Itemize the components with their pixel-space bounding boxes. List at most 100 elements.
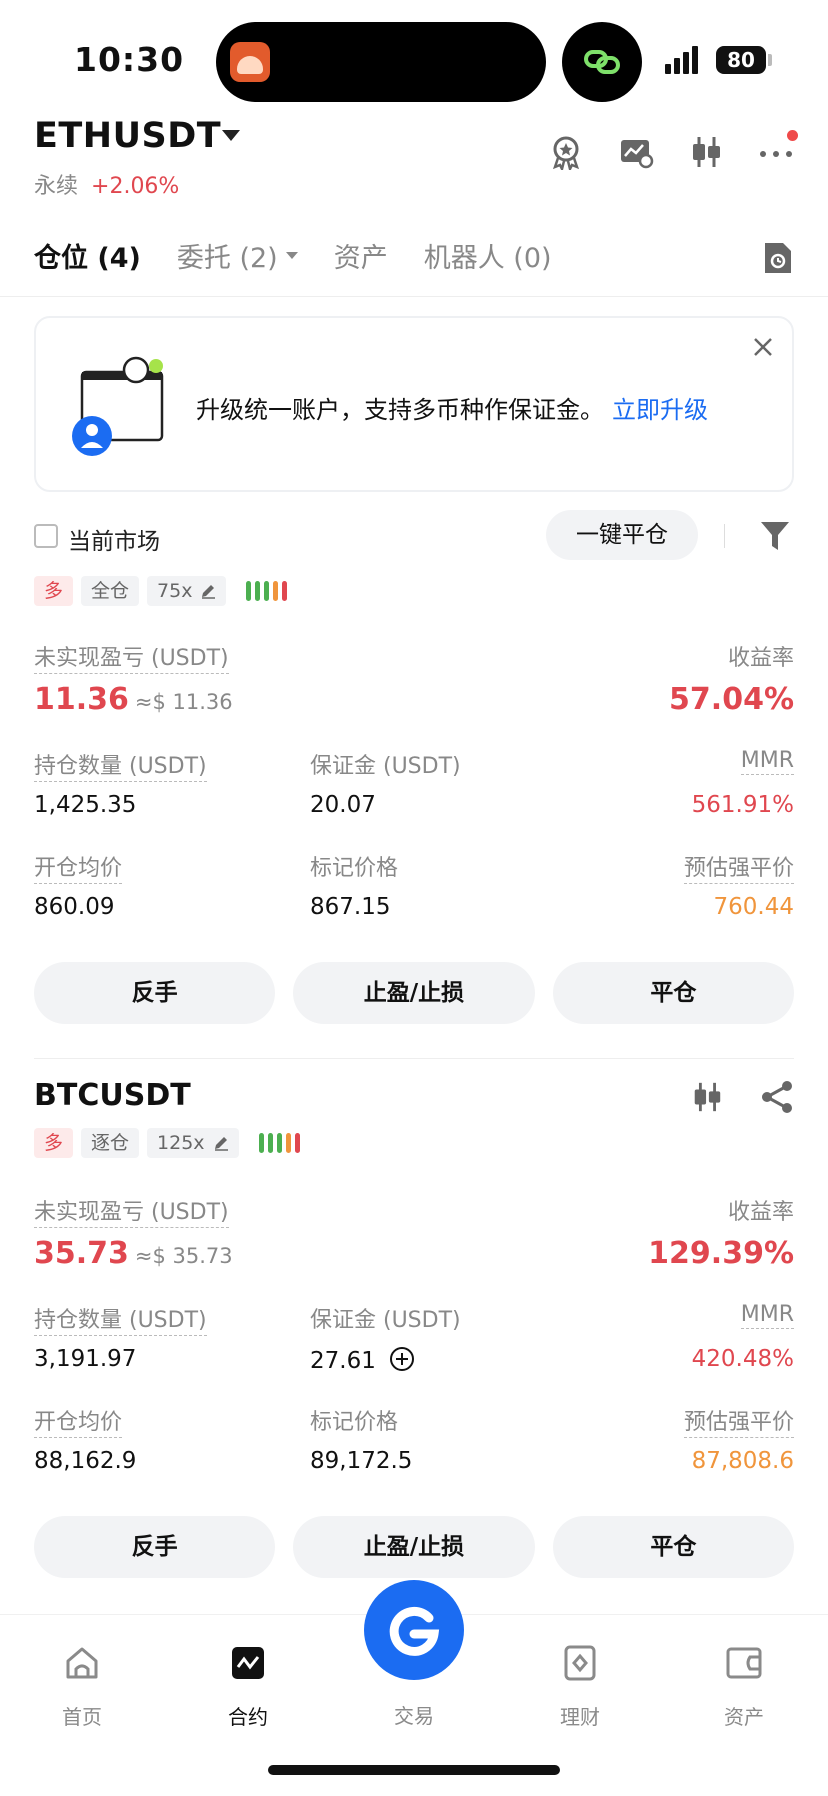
- header-actions: [548, 130, 798, 173]
- candlestick-icon[interactable]: [690, 1080, 724, 1118]
- close-position-button[interactable]: 平仓: [552, 1516, 794, 1578]
- roe-value: 57.04%: [669, 682, 794, 717]
- unrealized-pnl-label: 未实现盈亏 (USDT): [34, 640, 229, 674]
- chart-settings-icon[interactable]: [618, 134, 654, 170]
- unrealized-pnl-label: 未实现盈亏 (USDT): [34, 1194, 229, 1228]
- position-tabs: 仓位 (4) 委托 (2) 资产 机器人 (0): [34, 236, 588, 275]
- leverage-tag[interactable]: 75x: [147, 576, 227, 606]
- risk-level-bars: [246, 581, 288, 601]
- upgrade-link[interactable]: 立即升级: [612, 396, 708, 424]
- mmr-value: 420.48%: [691, 1346, 794, 1372]
- side-tag: 多: [34, 1128, 74, 1158]
- candlestick-icon[interactable]: [688, 134, 724, 170]
- liq-price-value: 760.44: [713, 894, 794, 920]
- contract-type: 永续: [34, 174, 79, 199]
- history-doc-icon[interactable]: [762, 240, 794, 280]
- position-tags: 多 逐仓 125x: [34, 1128, 300, 1158]
- margin-label: 保证金 (USDT): [310, 754, 461, 779]
- account-illustration-icon: [72, 354, 172, 464]
- trade-icon: [389, 1606, 440, 1656]
- share-icon[interactable]: [760, 1080, 794, 1118]
- filter-row: 当前市场 一键平仓: [34, 510, 794, 562]
- close-icon[interactable]: [752, 336, 774, 362]
- leverage-tag[interactable]: 125x: [147, 1128, 239, 1158]
- pair-title[interactable]: ETHUSDT: [34, 116, 221, 156]
- size-label: 持仓数量 (USDT): [34, 1302, 207, 1336]
- nav-assets[interactable]: 资产: [694, 1643, 794, 1730]
- size-label: 持仓数量 (USDT): [34, 748, 207, 782]
- home-indicator: [268, 1765, 560, 1775]
- close-all-button[interactable]: 一键平仓: [546, 510, 698, 560]
- price-change: +2.06%: [91, 174, 180, 199]
- margin-mode-tag[interactable]: 全仓: [81, 576, 140, 606]
- nav-home[interactable]: 首页: [32, 1643, 132, 1730]
- futures-icon: [232, 1647, 264, 1679]
- mark-price-value: 867.15: [310, 894, 391, 920]
- pair-dropdown-icon[interactable]: [222, 130, 240, 141]
- position-card-btc: BTCUSDT 多 逐仓 125x 未实现盈亏 (USDT) 收益率 35.73…: [34, 1076, 794, 1578]
- contract-subtitle: 永续 +2.06%: [34, 168, 179, 200]
- notification-dot: [787, 130, 798, 141]
- nav-trade-label: 交易: [394, 1704, 434, 1728]
- battery-tip: [768, 54, 772, 66]
- status-bar: 10:30 80: [0, 0, 828, 110]
- signal-icon: [665, 46, 698, 74]
- margin-mode-tag[interactable]: 逐仓: [81, 1128, 140, 1158]
- tab-orders[interactable]: 委托 (2): [177, 236, 298, 275]
- roe-label: 收益率: [727, 1200, 794, 1225]
- tabs-divider: [0, 296, 828, 297]
- margin-label: 保证金 (USDT): [310, 1308, 461, 1333]
- position-actions: 反手 止盈/止损 平仓: [34, 1516, 794, 1578]
- roe-label: 收益率: [727, 646, 794, 671]
- size-value: 1,425.35: [34, 792, 137, 818]
- clock: 10:30: [74, 40, 185, 79]
- chevron-down-icon: [285, 252, 298, 259]
- position-tags: 多 全仓 75x: [34, 576, 288, 606]
- filter-icon[interactable]: [760, 520, 790, 556]
- nav-futures[interactable]: 合约: [198, 1643, 298, 1730]
- tab-positions[interactable]: 仓位 (4): [34, 236, 141, 275]
- entry-price-label: 开仓均价: [34, 850, 123, 884]
- upgrade-banner[interactable]: 升级统一账户，支持多币种作保证金。 立即升级: [34, 316, 794, 492]
- entry-price-value: 860.09: [34, 894, 115, 920]
- more-icon[interactable]: [758, 130, 798, 170]
- dynamic-island: [216, 22, 546, 102]
- position-card-eth: 多 全仓 75x 未实现盈亏 (USDT) 收益率 11.36 ≈$ 11.36 …: [34, 572, 794, 1032]
- reverse-button[interactable]: 反手: [34, 962, 276, 1024]
- unrealized-pnl-value: 35.73 ≈$ 35.73: [34, 1236, 233, 1271]
- risk-level-bars: [258, 1133, 300, 1153]
- tab-assets[interactable]: 资产: [334, 236, 388, 275]
- entry-price-value: 88,162.9: [34, 1448, 137, 1474]
- tp-sl-button[interactable]: 止盈/止损: [293, 962, 535, 1024]
- roe-value: 129.39%: [648, 1236, 794, 1271]
- home-icon: [66, 1647, 98, 1679]
- current-market-checkbox[interactable]: [34, 524, 58, 548]
- unrealized-pnl-value: 11.36 ≈$ 11.36: [34, 682, 233, 717]
- position-symbol[interactable]: BTCUSDT: [34, 1078, 191, 1113]
- mmr-label: MMR: [740, 1302, 794, 1329]
- edit-icon: [202, 585, 216, 599]
- banner-message: 升级统一账户，支持多币种作保证金。 立即升级: [196, 396, 708, 424]
- position-actions: 反手 止盈/止损 平仓: [34, 962, 794, 1024]
- add-margin-icon[interactable]: [389, 1346, 415, 1372]
- position-icons: [690, 1080, 794, 1118]
- mark-price-label: 标记价格: [310, 856, 399, 881]
- current-market-label: 当前市场: [68, 529, 160, 555]
- section-divider: [34, 1058, 794, 1059]
- entry-price-label: 开仓均价: [34, 1404, 123, 1438]
- liq-price-label: 预估强平价: [683, 850, 794, 884]
- live-activity-app-icon: [230, 42, 270, 82]
- liq-price-label: 预估强平价: [683, 1404, 794, 1438]
- close-position-button[interactable]: 平仓: [552, 962, 794, 1024]
- tp-sl-button[interactable]: 止盈/止损: [293, 1516, 535, 1578]
- nav-earn[interactable]: 理财: [530, 1643, 630, 1730]
- side-tag: 多: [34, 576, 74, 606]
- mmr-label: MMR: [740, 748, 794, 775]
- wallet-icon: [726, 1647, 762, 1679]
- award-icon[interactable]: [548, 134, 584, 173]
- reverse-button[interactable]: 反手: [34, 1516, 276, 1578]
- tab-bots[interactable]: 机器人 (0): [424, 236, 552, 275]
- trade-button[interactable]: [364, 1580, 464, 1680]
- link-activity-icon: [562, 22, 642, 102]
- divider: [724, 524, 725, 548]
